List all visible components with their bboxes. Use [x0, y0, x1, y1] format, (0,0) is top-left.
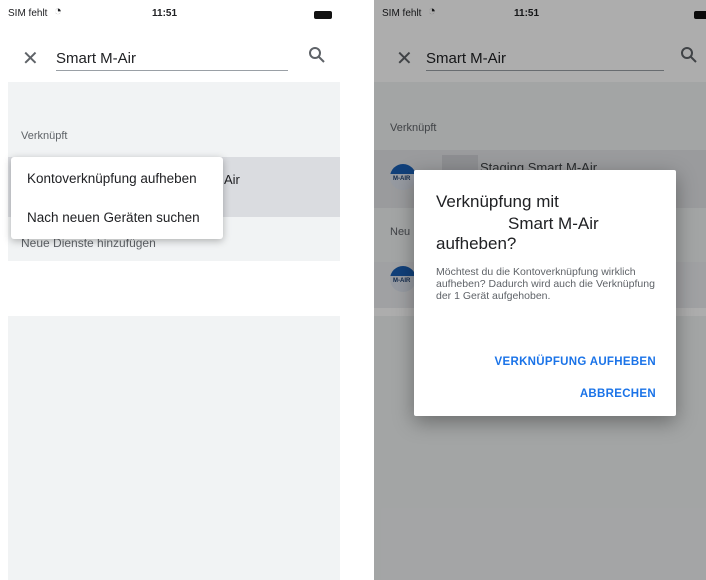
status-bar: SIM fehlt ◔ 11:51: [0, 0, 340, 28]
right-screen: SIM fehlt ◔ 11:51 ✕ Smart M-Air Verknüpf…: [374, 0, 706, 580]
carrier-label: SIM fehlt: [8, 8, 48, 19]
search-input[interactable]: Smart M-Air: [56, 50, 136, 67]
search-bar: ✕ Smart M-Air: [0, 40, 340, 80]
section-linked-label: Verknüpft: [21, 130, 68, 142]
menu-item-search-new-devices[interactable]: Nach neuen Geräten suchen: [27, 210, 200, 225]
cancel-button[interactable]: ABBRECHEN: [580, 388, 656, 400]
search-underline: [56, 70, 288, 71]
search-icon[interactable]: [308, 46, 326, 64]
lower-section-bg: [8, 316, 340, 580]
clock: 11:51: [152, 8, 178, 19]
confirm-unlink-button[interactable]: VERKNÜPFUNG AUFHEBEN: [495, 356, 656, 368]
linked-item-label: Air: [224, 172, 240, 187]
unlink-confirm-dialog: Verknüpfung mit Smart M-Air aufheben? Mö…: [414, 170, 676, 416]
dialog-message: Möchtest du die Kontoverknüpfung wirklic…: [436, 266, 655, 302]
menu-item-unlink-account[interactable]: Kontoverknüpfung aufheben: [27, 171, 197, 186]
context-menu: Kontoverknüpfung aufheben Nach neuen Ger…: [11, 157, 223, 239]
dialog-title-line3: aufheben?: [436, 234, 517, 253]
dialog-title-line1: Verknüpfung mit: [436, 192, 559, 211]
battery-icon: [314, 11, 332, 19]
dialog-title-line2: Smart M-Air: [508, 214, 599, 233]
left-screen: SIM fehlt ◔ 11:51 ✕ Smart M-Air Verknüpf…: [0, 0, 340, 580]
close-icon[interactable]: ✕: [22, 46, 39, 71]
wifi-icon: ◔: [54, 3, 62, 18]
